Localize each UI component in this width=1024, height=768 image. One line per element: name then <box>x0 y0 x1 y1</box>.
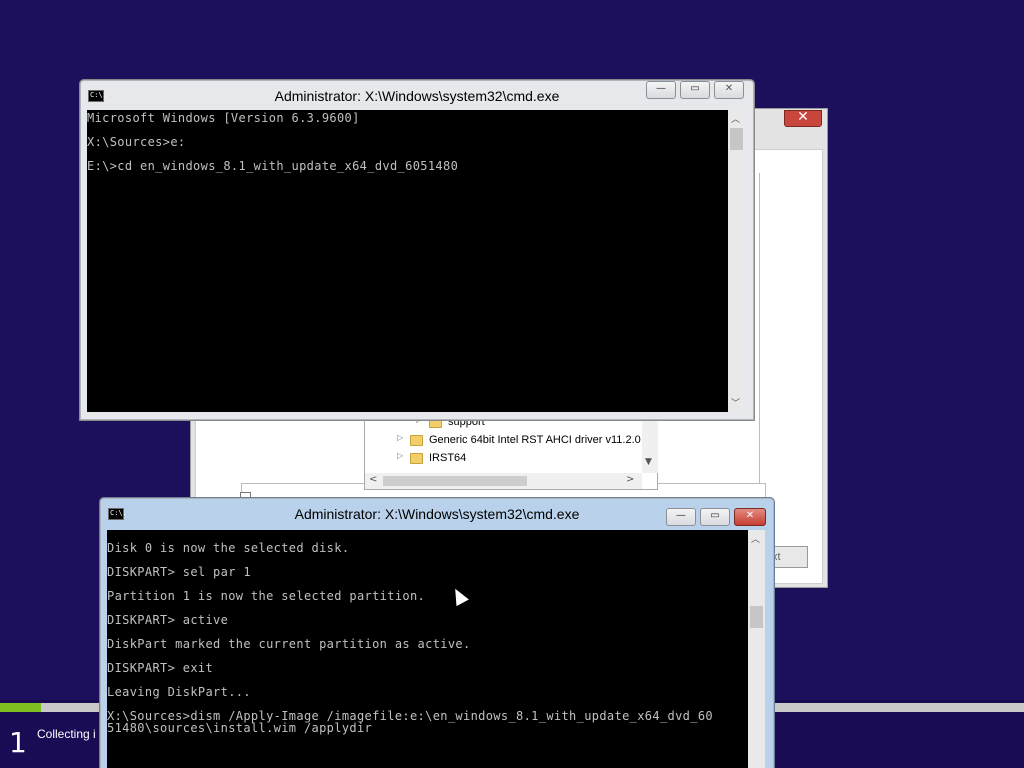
close-icon: ✕ <box>797 109 809 125</box>
step-number: 1 <box>9 726 27 759</box>
scroll-thumb[interactable] <box>750 606 763 628</box>
setup-divider <box>759 173 760 523</box>
scroll-thumb[interactable] <box>730 128 743 150</box>
scroll-thumb[interactable] <box>383 476 527 486</box>
cmd-window-top[interactable]: C:\. Administrator: X:\Windows\system32\… <box>79 79 755 421</box>
minimize-button[interactable]: — <box>646 81 676 99</box>
cmd-window-bottom[interactable]: C:\. Administrator: X:\Windows\system32\… <box>99 497 775 768</box>
title-bar[interactable]: C:\. Administrator: X:\Windows\system32\… <box>100 498 774 528</box>
setup-close-button[interactable]: ✕ <box>784 109 822 127</box>
tree-vertical-scrollbar[interactable]: ▼ <box>642 415 658 473</box>
close-button[interactable]: ✕ <box>714 81 744 99</box>
scroll-left-icon[interactable]: < <box>369 474 377 485</box>
expand-icon[interactable]: ▷ <box>397 433 403 442</box>
console-line: DISKPART> sel par 1 <box>107 565 251 579</box>
console-line: Partition 1 is now the selected partitio… <box>107 589 426 603</box>
folder-icon <box>410 453 423 464</box>
close-button[interactable]: ✕ <box>734 508 766 526</box>
maximize-button[interactable]: ▭ <box>700 508 730 526</box>
title-bar[interactable]: C:\. Administrator: X:\Windows\system32\… <box>80 80 754 110</box>
console-vertical-scrollbar[interactable]: ︿ <box>748 530 765 768</box>
maximize-icon: ▭ <box>710 510 720 521</box>
console-output[interactable]: Disk 0 is now the selected disk. DISKPART… <box>107 530 748 768</box>
console-line: Leaving DiskPart... <box>107 685 251 699</box>
tree-horizontal-scrollbar[interactable]: < > <box>365 473 642 489</box>
folder-icon <box>410 435 423 446</box>
scroll-down-icon[interactable]: ﹀ <box>731 396 740 409</box>
expand-icon[interactable]: ▷ <box>397 451 403 460</box>
driver-tree[interactable]: ▷ support ▷ Generic 64bit Intel RST AHCI… <box>364 414 658 490</box>
close-icon: ✕ <box>745 510 755 521</box>
step-text: Collecting i <box>37 727 96 741</box>
console-line: Microsoft Windows [Version 6.3.9600] <box>87 111 360 125</box>
console-line: 51480\sources\install.wim /applydir <box>107 721 373 735</box>
scroll-up-icon[interactable]: ︿ <box>751 532 760 545</box>
scroll-down-icon[interactable]: ▼ <box>645 457 652 467</box>
progress-fill <box>0 703 41 712</box>
scroll-up-icon[interactable]: ︿ <box>731 112 740 125</box>
minimize-button[interactable]: — <box>666 508 696 526</box>
scroll-right-icon[interactable]: > <box>626 474 634 485</box>
maximize-button[interactable]: ▭ <box>680 81 710 99</box>
console-line: DISKPART> active <box>107 613 229 627</box>
maximize-icon: ▭ <box>690 83 700 94</box>
close-icon: ✕ <box>724 83 734 94</box>
console-vertical-scrollbar[interactable]: ︿ ﹀ <box>728 110 745 412</box>
minimize-icon: — <box>676 510 686 521</box>
console-output[interactable]: Microsoft Windows [Version 6.3.9600] X:\S… <box>87 110 728 412</box>
minimize-icon: — <box>656 83 666 94</box>
console-line: X:\Sources>e: <box>87 135 186 149</box>
console-line: DiskPart marked the current partition as… <box>107 637 471 651</box>
console-line: Disk 0 is now the selected disk. <box>107 541 350 555</box>
console-line: E:\>cd en_windows_8.1_with_update_x64_dv… <box>87 159 459 173</box>
console-line: DISKPART> exit <box>107 661 214 675</box>
